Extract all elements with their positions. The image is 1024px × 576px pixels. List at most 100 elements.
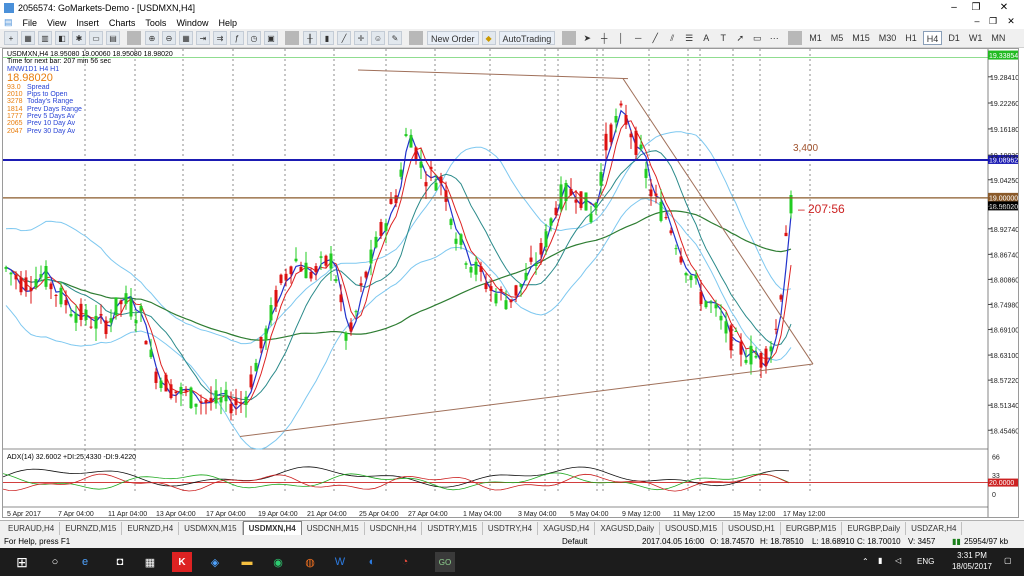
line-chart-icon[interactable]: ╱: [337, 31, 351, 45]
timeframe-m5[interactable]: M5: [828, 31, 847, 45]
chart-shift-icon[interactable]: ⇥: [196, 31, 210, 45]
scripts-icon[interactable]: ✎: [388, 31, 402, 45]
kaspersky-icon[interactable]: K: [172, 552, 192, 572]
indicators-icon[interactable]: ƒ: [230, 31, 244, 45]
terminal-icon[interactable]: ▭: [89, 31, 103, 45]
vertical-line-icon[interactable]: │: [614, 31, 628, 45]
autotrading-icon[interactable]: ◆: [481, 31, 496, 45]
store-icon[interactable]: ◘: [110, 552, 130, 572]
symbol-tab[interactable]: EURGBP,M15: [781, 522, 843, 535]
profiles-icon[interactable]: ▦: [21, 31, 35, 45]
tile-windows-icon[interactable]: ▦: [179, 31, 193, 45]
autoscroll-icon[interactable]: ⇉: [213, 31, 227, 45]
symbol-tab[interactable]: XAGUSD,H4: [538, 522, 596, 535]
symbol-tab[interactable]: USDTRY,H4: [483, 522, 539, 535]
symbol-tab[interactable]: EURGBP,Daily: [842, 522, 907, 535]
autotrading-button[interactable]: AutoTrading: [498, 31, 556, 45]
timeframe-h1[interactable]: H1: [902, 31, 920, 45]
fibonacci-icon[interactable]: ☰: [682, 31, 696, 45]
notifications-icon[interactable]: ▢: [1004, 556, 1012, 565]
network-icon[interactable]: ▮: [878, 556, 882, 565]
symbol-tab[interactable]: USDCNH,H4: [365, 522, 423, 535]
candle-body: [659, 201, 663, 221]
channel-icon[interactable]: ⫽: [665, 31, 679, 45]
menu-view[interactable]: View: [47, 18, 66, 28]
stat-value: 2047: [7, 127, 23, 135]
maximize-button[interactable]: ❐: [962, 0, 990, 16]
symbol-tab[interactable]: EURNZD,H4: [122, 522, 180, 535]
periods-icon[interactable]: ◷: [247, 31, 261, 45]
templates-icon[interactable]: ▣: [264, 31, 278, 45]
menu-help[interactable]: Help: [218, 18, 237, 28]
trendline-icon[interactable]: ╱: [648, 31, 662, 45]
edge-icon[interactable]: e: [75, 552, 95, 572]
more-tools-icon[interactable]: ⋯: [767, 31, 781, 45]
mdi-close-button[interactable]: ✕: [1004, 16, 1018, 27]
data-window-icon[interactable]: ◧: [55, 31, 69, 45]
mdi-minimize-button[interactable]: –: [970, 16, 984, 26]
security-shield-icon[interactable]: ◈: [205, 552, 225, 572]
chart-window[interactable]: 19.33854 19.08962 19.00000 18.98020 19.2841…: [2, 48, 1019, 518]
navigator-icon[interactable]: ✱: [72, 31, 86, 45]
zoom-in-icon[interactable]: ⊕: [145, 31, 159, 45]
new-order-button[interactable]: New Order: [427, 31, 479, 45]
symbol-tab[interactable]: USDCNH,M15: [302, 522, 365, 535]
menu-file[interactable]: File: [23, 18, 38, 28]
symbol-tab[interactable]: USDMXN,H4: [242, 521, 302, 535]
windows-start-icon[interactable]: ⊞: [12, 552, 32, 572]
symbol-tab[interactable]: USOUSD,H1: [723, 522, 781, 535]
timeframe-m30[interactable]: M30: [876, 31, 900, 45]
crosshair-icon[interactable]: ✛: [354, 31, 368, 45]
time-tick-label: 17 Apr 04:00: [206, 511, 246, 518]
candle-body: [299, 266, 303, 272]
menu-insert[interactable]: Insert: [76, 18, 99, 28]
timeframe-w1[interactable]: W1: [966, 31, 986, 45]
timeframe-h4[interactable]: H4: [922, 31, 943, 45]
menu-charts[interactable]: Charts: [109, 18, 136, 28]
market-watch-icon[interactable]: ▥: [38, 31, 52, 45]
tray-up-arrow-icon[interactable]: ⌃: [862, 557, 869, 566]
metatrader-icon[interactable]: GO: [435, 552, 455, 572]
experts-icon[interactable]: ☺: [371, 31, 385, 45]
tray-language[interactable]: ENG: [917, 557, 934, 566]
timeframe-mn[interactable]: MN: [988, 31, 1008, 45]
timeframe-m1[interactable]: M1: [806, 31, 825, 45]
close-button[interactable]: ✕: [990, 0, 1018, 16]
horizontal-line-icon[interactable]: ─: [631, 31, 645, 45]
time-tick-label: 11 May 12:00: [673, 511, 715, 518]
shapes-icon[interactable]: ▭: [750, 31, 764, 45]
symbol-tab[interactable]: USDTRY,M15: [422, 522, 483, 535]
candle-body: [559, 184, 563, 210]
tester-icon[interactable]: ▤: [106, 31, 120, 45]
menu-window[interactable]: Window: [176, 18, 208, 28]
bar-chart-icon[interactable]: ╫: [303, 31, 317, 45]
symbol-tab[interactable]: EURAUD,H4: [3, 522, 61, 535]
timeframe-d1[interactable]: D1: [945, 31, 963, 45]
arrows-icon[interactable]: ➚: [733, 31, 747, 45]
volume-icon[interactable]: ◁: [895, 556, 901, 565]
symbol-tab[interactable]: XAGUSD,Daily: [595, 522, 661, 535]
label-tool-icon[interactable]: T: [716, 31, 730, 45]
chart-app-icon[interactable]: ◔: [395, 552, 415, 572]
crosshair-tool-icon[interactable]: ┼: [597, 31, 611, 45]
chrome-icon[interactable]: ◉: [268, 552, 288, 572]
calculator-icon[interactable]: ▦: [140, 552, 160, 572]
symbol-tab[interactable]: USOUSD,M15: [660, 522, 724, 535]
candlestick-icon[interactable]: ▮: [320, 31, 334, 45]
symbol-tab[interactable]: USDZAR,H4: [906, 522, 963, 535]
search-icon[interactable]: ○: [45, 552, 65, 572]
firefox-icon[interactable]: ◍: [300, 552, 320, 572]
mdi-restore-button[interactable]: ❐: [986, 16, 1000, 27]
text-tool-icon[interactable]: A: [699, 31, 713, 45]
file-explorer-icon[interactable]: ▬: [237, 552, 257, 572]
symbol-tab[interactable]: USDMXN,M15: [179, 522, 243, 535]
menu-tools[interactable]: Tools: [145, 18, 166, 28]
app-icon[interactable]: ◐: [362, 552, 382, 572]
symbol-tab[interactable]: EURNZD,M15: [60, 522, 123, 535]
word-icon[interactable]: W: [330, 552, 350, 572]
chart-menu-icon[interactable]: ▤: [4, 17, 13, 28]
cursor-icon[interactable]: ➤: [580, 31, 594, 45]
new-chart-icon[interactable]: +: [4, 31, 18, 45]
zoom-out-icon[interactable]: ⊖: [162, 31, 176, 45]
timeframe-m15[interactable]: M15: [849, 31, 873, 45]
